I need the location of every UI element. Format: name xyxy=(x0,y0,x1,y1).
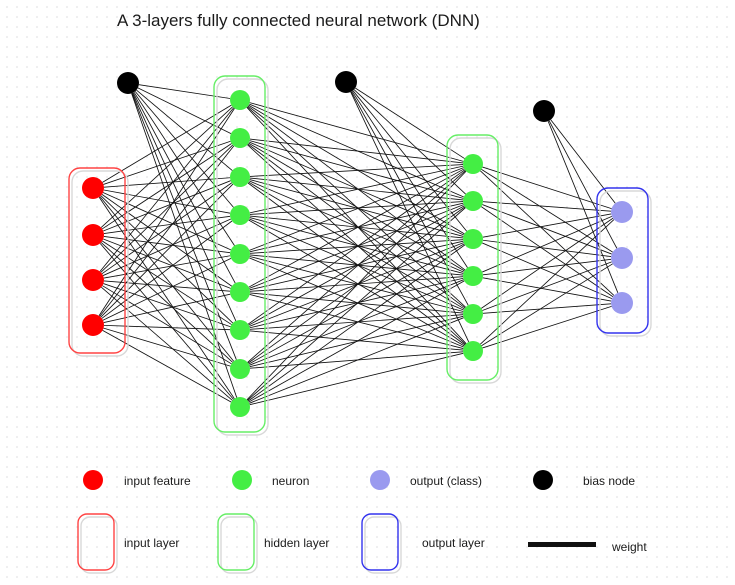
legend-group: input feature neuron output (class) bias no… xyxy=(77,470,647,574)
legend-swatch-neuron xyxy=(232,470,252,490)
node-input-4[interactable] xyxy=(82,314,104,336)
node-hidden-6[interactable] xyxy=(463,341,483,361)
legend-label-output-layer: output layer xyxy=(422,536,485,550)
node-output-2[interactable] xyxy=(611,247,633,269)
weight-edge xyxy=(249,180,464,273)
node-hidden-3[interactable] xyxy=(230,167,250,187)
bias-edge xyxy=(136,89,233,171)
legend-swatch-output-layer xyxy=(361,513,399,571)
legend-label-weight: weight xyxy=(611,540,647,554)
legend-label-input-layer: input layer xyxy=(124,536,179,550)
node-hidden-9[interactable] xyxy=(230,397,250,417)
weight-edge xyxy=(249,164,464,177)
bias-edge xyxy=(134,91,234,208)
node-hidden-8[interactable] xyxy=(230,359,250,379)
weight-edge xyxy=(248,280,465,403)
legend-swatch-input-layer xyxy=(77,513,115,571)
node-hidden-5[interactable] xyxy=(463,304,483,324)
neural-network-diagram: A 3-layers fully connected neural networ… xyxy=(68,11,652,574)
weight-edges-group xyxy=(98,84,619,406)
legend-label-neuron: neuron xyxy=(272,474,309,488)
bias-node-3[interactable] xyxy=(533,100,555,122)
node-hidden-2[interactable] xyxy=(463,191,483,211)
node-hidden-3[interactable] xyxy=(463,229,483,249)
node-input-3[interactable] xyxy=(82,269,104,291)
weight-edge xyxy=(482,261,612,311)
weight-edge xyxy=(249,138,464,164)
weight-edge xyxy=(249,351,464,369)
node-hidden-5[interactable] xyxy=(230,244,250,264)
bias-edge xyxy=(550,119,616,204)
legend-swatch-input-feature xyxy=(83,470,103,490)
weight-edge xyxy=(249,317,464,404)
weight-edge xyxy=(482,305,612,349)
legend-swatch-hidden-layer xyxy=(217,513,255,571)
bias-edge xyxy=(132,92,237,322)
node-hidden-7[interactable] xyxy=(230,320,250,340)
legend-swatch-output-class- xyxy=(370,470,390,490)
legend-swatch-shadow-hidden-layer xyxy=(220,516,258,574)
weight-edge xyxy=(482,277,612,302)
legend-swatch-shadow-output-layer xyxy=(364,516,402,574)
weight-edge xyxy=(103,324,231,331)
weight-edge xyxy=(482,258,612,276)
weight-edge xyxy=(102,329,232,403)
legend-swatch-weight xyxy=(528,542,596,547)
bias-edge xyxy=(355,87,465,159)
weight-edge xyxy=(249,314,464,330)
weight-edge xyxy=(249,352,464,406)
weight-edge xyxy=(482,239,612,258)
node-input-2[interactable] xyxy=(82,224,104,246)
node-input-1[interactable] xyxy=(82,177,104,199)
node-hidden-4[interactable] xyxy=(230,205,250,225)
weight-edge xyxy=(103,140,231,185)
weight-edge xyxy=(103,238,231,289)
page-title: A 3-layers fully connected neural networ… xyxy=(117,11,480,30)
weight-edge xyxy=(102,240,232,325)
weight-edge xyxy=(482,213,612,238)
legend-label-bias-node: bias node xyxy=(583,474,635,488)
weight-edge xyxy=(247,244,466,402)
bias-node-2[interactable] xyxy=(335,71,357,93)
layer-boxes-group xyxy=(68,75,652,436)
node-output-3[interactable] xyxy=(611,292,633,314)
legend-label-hidden-layer: hidden layer xyxy=(264,536,329,550)
weight-edge xyxy=(249,177,464,201)
weight-edge xyxy=(247,169,466,325)
node-hidden-4[interactable] xyxy=(463,266,483,286)
weight-edge xyxy=(482,201,612,212)
node-output-1[interactable] xyxy=(611,201,633,223)
bias-node-1[interactable] xyxy=(117,72,139,94)
legend-swatch-shadow-input-layer xyxy=(80,516,118,574)
weight-edge xyxy=(249,215,464,239)
legend-label-input-feature: input feature xyxy=(124,474,191,488)
weight-edge xyxy=(102,192,232,251)
legend-swatch-bias-node xyxy=(533,470,553,490)
node-hidden-1[interactable] xyxy=(463,154,483,174)
legend-label-output-class-: output (class) xyxy=(410,474,482,488)
node-hidden-2[interactable] xyxy=(230,128,250,148)
weight-edge xyxy=(249,103,464,198)
node-hidden-1[interactable] xyxy=(230,90,250,110)
weight-edge xyxy=(100,144,234,273)
node-hidden-6[interactable] xyxy=(230,282,250,302)
